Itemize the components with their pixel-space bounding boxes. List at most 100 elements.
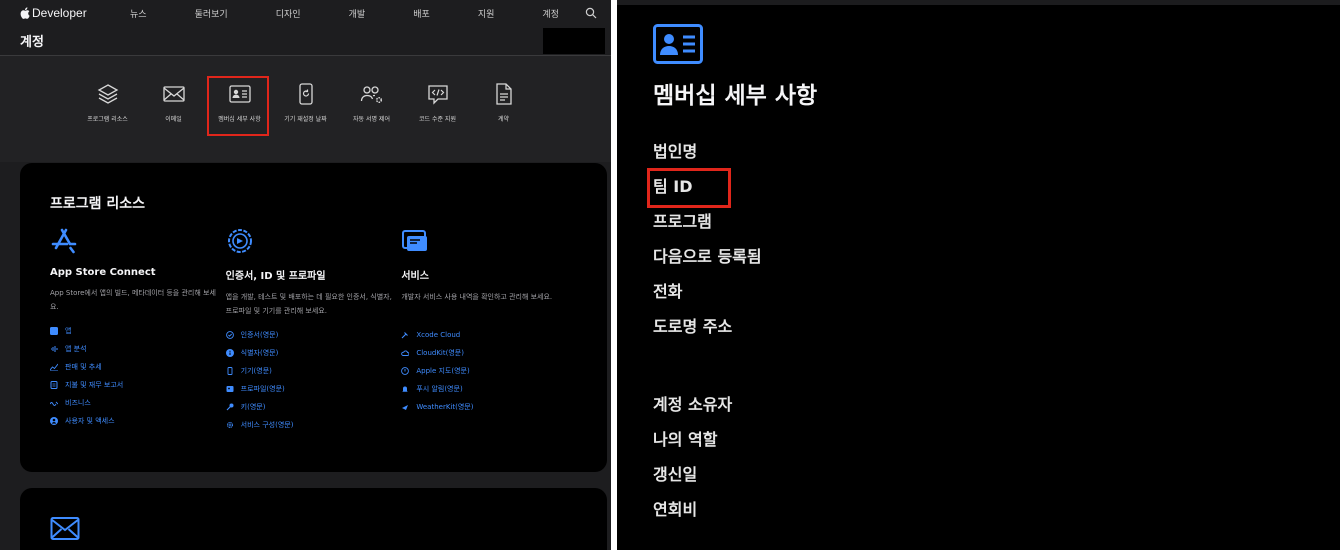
link-label: 비즈니스 xyxy=(65,399,91,407)
link-keys[interactable]: 키(영문) xyxy=(226,398,402,416)
link-identifiers[interactable]: 식별자(영문) xyxy=(225,344,402,362)
link-xcode-cloud[interactable]: Xcode Cloud xyxy=(401,326,577,344)
shortcut-label: 계약 xyxy=(497,116,510,123)
developer-account-page: Developer 뉴스 둘러보기 디자인 개발 배포 지원 계정 계정 프로그… xyxy=(0,0,611,550)
shortcut-auto-signing[interactable]: 자동 서명 제어 xyxy=(339,82,405,123)
trend-icon xyxy=(50,363,58,371)
column-title[interactable]: 인증서, ID 및 프로파일 xyxy=(226,267,402,282)
link-label: CloudKit(영문) xyxy=(416,349,464,357)
membership-title: 멤버십 세부 사항 xyxy=(653,83,818,109)
field-team-id: 팀 ID xyxy=(647,167,762,208)
link-certificates[interactable]: 인증서(영문) xyxy=(225,326,402,344)
resource-column-certificates: 인증서, ID 및 프로파일 앱을 개발, 테스트 및 배포하는 데 필요한 인… xyxy=(225,227,402,434)
field-street-address: 도로명 주소 xyxy=(653,316,733,336)
link-profiles[interactable]: 프로파일(영문) xyxy=(226,380,402,398)
link-label: 사용자 및 액세스 xyxy=(65,417,115,425)
column-description: 개발자 서비스 사용 내역을 확인하고 관리해 보세요. xyxy=(401,293,553,301)
field-annual-fee: 연회비 xyxy=(653,499,698,519)
global-nav: Developer 뉴스 둘러보기 디자인 개발 배포 지원 계정 xyxy=(0,0,611,26)
column-description: 앱을 개발, 테스트 및 배포하는 데 필요한 인증서, 식별자, 프로파일 및… xyxy=(225,293,392,315)
search-icon[interactable] xyxy=(585,7,597,19)
envelope-icon xyxy=(162,86,185,102)
top-divider xyxy=(617,0,1340,5)
field-account-holder: 계정 소유자 xyxy=(653,394,733,414)
link-label: WeatherKit(영문) xyxy=(416,403,474,411)
shortcut-code-support[interactable]: 코드 수준 지원 xyxy=(405,82,471,123)
screenshot-composite: Developer 뉴스 둘러보기 디자인 개발 배포 지원 계정 계정 프로그… xyxy=(0,0,1340,550)
services-window-icon xyxy=(402,230,428,251)
link-label: 프로파일(영문) xyxy=(240,385,285,393)
envelope-icon xyxy=(50,517,80,540)
info-icon xyxy=(225,349,234,357)
map-icon xyxy=(401,367,410,375)
nav-links: 뉴스 둘러보기 디자인 개발 배포 지원 계정 xyxy=(130,7,585,20)
link-list: Xcode Cloud CloudKit(영문) Apple 지도(영문) 푸시… xyxy=(401,326,577,416)
link-apple-maps[interactable]: Apple 지도(영문) xyxy=(401,362,577,380)
field-renewal-date: 갱신일 xyxy=(653,464,698,484)
link-label: 서비스 구성(영문) xyxy=(240,421,294,429)
key-icon xyxy=(226,403,234,411)
hammer-icon xyxy=(401,332,409,339)
nav-link-news[interactable]: 뉴스 xyxy=(130,7,147,20)
membership-details-zoom: 멤버십 세부 사항 법인명 팀 ID 프로그램 다음으로 등록됨 전화 도로명 … xyxy=(617,0,1340,550)
field-phone: 전화 xyxy=(653,281,683,301)
link-label: 지불 및 재무 보고서 xyxy=(65,381,124,389)
shortcut-device-reset[interactable]: 기기 재설정 날짜 xyxy=(273,82,339,123)
report-icon xyxy=(50,381,58,389)
code-bubble-icon xyxy=(427,85,448,105)
link-label: 기기(영문) xyxy=(240,367,272,375)
link-list: 인증서(영문) 식별자(영문) 기기(영문) 프로파일(영문) 키(영문) 서비… xyxy=(225,326,402,434)
column-title[interactable]: App Store Connect xyxy=(50,267,226,278)
shortcut-program-resources[interactable]: 프로그램 리소스 xyxy=(75,82,141,123)
column-title[interactable]: 서비스 xyxy=(401,267,577,282)
shortcut-email[interactable]: 이메일 xyxy=(141,82,207,123)
link-label: 판매 및 추세 xyxy=(65,363,102,371)
apple-developer-logo[interactable]: Developer xyxy=(20,6,130,20)
shortcut-label: 기기 재설정 날짜 xyxy=(284,116,327,123)
nav-link-support[interactable]: 지원 xyxy=(478,7,495,20)
link-label: 앱 분석 xyxy=(65,345,87,353)
link-label: Xcode Cloud xyxy=(416,331,461,339)
link-label: 인증서(영문) xyxy=(240,331,279,339)
business-icon xyxy=(50,401,58,406)
link-push-notifications[interactable]: 푸시 알림(영문) xyxy=(401,380,577,398)
document-icon xyxy=(495,83,512,105)
field-my-role: 나의 역할 xyxy=(653,429,718,449)
link-users-access[interactable]: 사용자 및 액세스 xyxy=(50,412,226,430)
analytics-icon xyxy=(51,346,58,352)
link-weatherkit[interactable]: WeatherKit(영문) xyxy=(401,398,577,416)
link-label: 푸시 알림(영문) xyxy=(416,385,463,393)
link-sales-trends[interactable]: 판매 및 추세 xyxy=(50,358,226,376)
link-apps[interactable]: 앱 xyxy=(50,322,226,340)
shortcut-bar: 프로그램 리소스 이메일 멤버십 세부 사항 기기 재설정 날짜 자동 서명 제… xyxy=(0,56,611,162)
link-business[interactable]: 비즈니스 xyxy=(50,394,226,412)
link-devices[interactable]: 기기(영문) xyxy=(226,362,402,380)
nav-link-discover[interactable]: 둘러보기 xyxy=(195,7,228,20)
redacted-block xyxy=(543,27,605,54)
program-resources-card: 프로그램 리소스 App Store Connect App Store에서 앱… xyxy=(20,163,607,472)
checkmark-circle-icon xyxy=(225,331,234,339)
gear-badge-icon xyxy=(227,229,252,253)
shortcut-label: 코드 수준 지원 xyxy=(419,116,456,123)
column-description: App Store에서 앱의 빌드, 메타데이터 등을 관리해 보세요. xyxy=(50,289,216,311)
nav-link-develop[interactable]: 개발 xyxy=(349,7,366,20)
resource-column-services: 서비스 개발자 서비스 사용 내역을 확인하고 관리해 보세요. Xcode C… xyxy=(401,227,577,434)
app-store-icon xyxy=(51,228,77,254)
shortcut-agreements[interactable]: 계약 xyxy=(471,82,537,123)
membership-fields-secondary: 계정 소유자 나의 역할 갱신일 연회비 xyxy=(653,385,732,525)
brand-label: Developer xyxy=(32,6,87,20)
resource-columns: App Store Connect App Store에서 앱의 빌드, 메타데… xyxy=(50,227,577,434)
link-label: 앱 xyxy=(65,327,72,335)
link-payments-reports[interactable]: 지불 및 재무 보고서 xyxy=(50,376,226,394)
link-label: 키(영문) xyxy=(240,403,266,411)
field-entity-name: 법인명 xyxy=(653,141,698,161)
shortcut-membership-details[interactable]: 멤버십 세부 사항 xyxy=(206,76,273,136)
phone-icon xyxy=(227,367,233,375)
nav-link-design[interactable]: 디자인 xyxy=(276,7,301,20)
link-app-analytics[interactable]: 앱 분석 xyxy=(50,340,226,358)
link-service-config[interactable]: 서비스 구성(영문) xyxy=(226,416,402,434)
nav-link-distribute[interactable]: 배포 xyxy=(413,7,430,20)
nav-link-account[interactable]: 계정 xyxy=(542,7,559,20)
link-list: 앱 앱 분석 판매 및 추세 지불 및 재무 보고서 비즈니스 사용자 및 액세… xyxy=(50,322,226,430)
link-cloudkit[interactable]: CloudKit(영문) xyxy=(401,344,577,362)
